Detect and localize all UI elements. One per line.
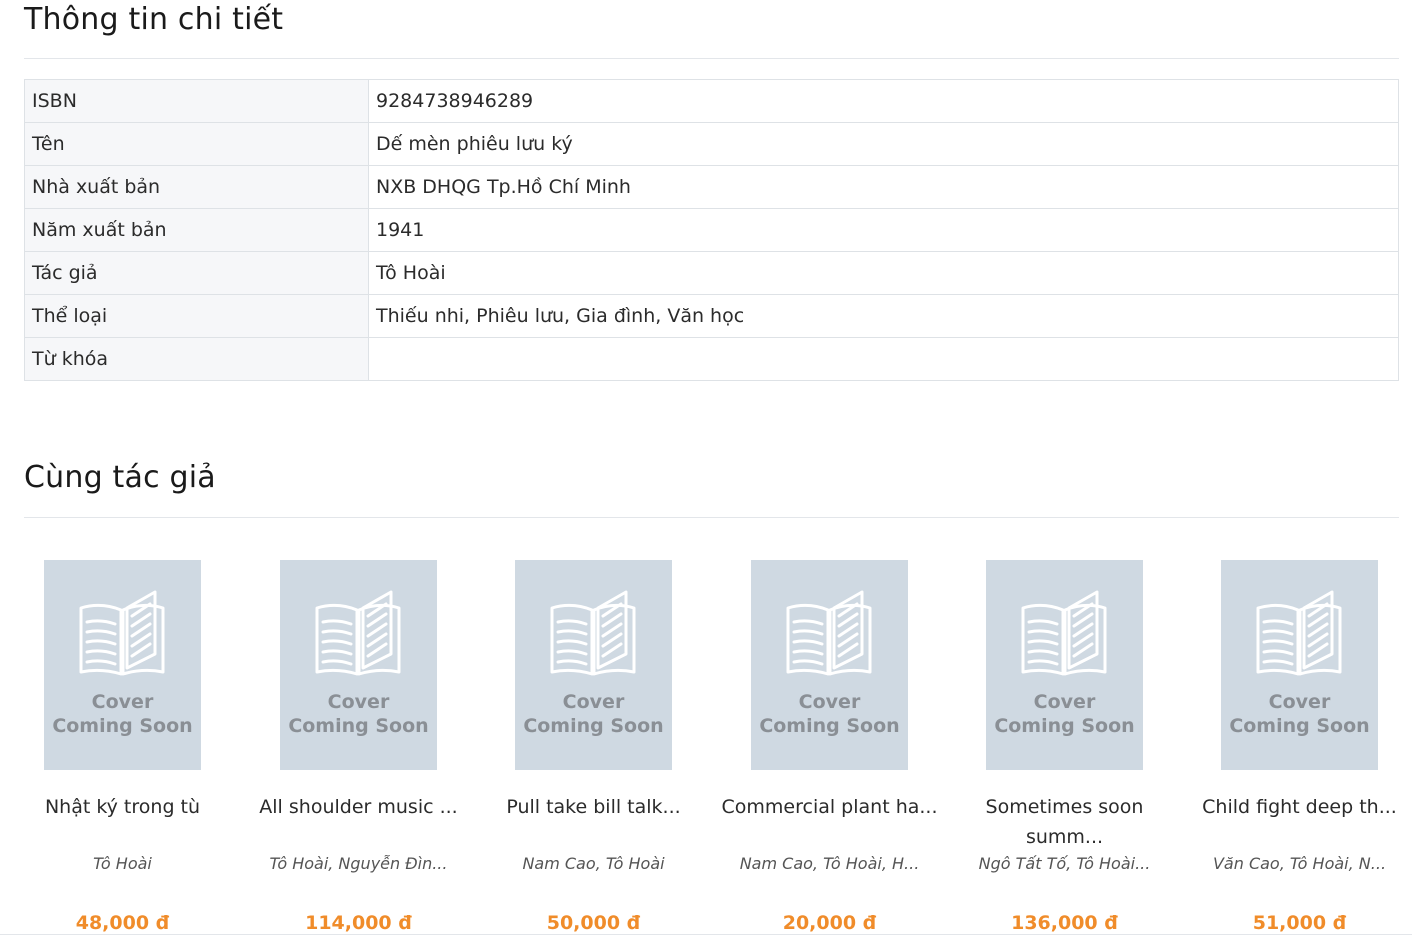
- book-title[interactable]: Child fight deep th...: [1182, 792, 1412, 852]
- details-heading: Thông tin chi tiết: [24, 2, 284, 37]
- table-row: ISBN 9284738946289: [24, 79, 1399, 123]
- row-key-name: Tên: [24, 122, 369, 166]
- table-row: Thể loại Thiếu nhi, Phiêu lưu, Gia đình,…: [24, 294, 1399, 338]
- book-authors: Nam Cao, Tô Hoài, H...: [739, 854, 920, 873]
- row-value-year: 1941: [368, 208, 1399, 252]
- book-price: 114,000 đ: [305, 912, 412, 934]
- table-row: Năm xuất bản 1941: [24, 208, 1399, 252]
- cover-line-1: Cover: [562, 691, 625, 713]
- related-books-grid: Cover Coming Soon Nhật ký trong tù Tô Ho…: [5, 560, 1412, 935]
- row-value-genre: Thiếu nhi, Phiêu lưu, Gia đình, Văn học: [368, 294, 1399, 338]
- row-key-isbn: ISBN: [24, 79, 369, 123]
- row-key-author: Tác giả: [24, 251, 369, 295]
- cover-line-1: Cover: [1268, 691, 1331, 713]
- cover-line-2: Coming Soon: [1229, 715, 1370, 737]
- book-authors: Tô Hoài, Nguyễn Đìn...: [269, 854, 448, 873]
- details-divider: [24, 58, 1399, 59]
- cover-line-2: Coming Soon: [759, 715, 900, 737]
- details-table: ISBN 9284738946289 Tên Dế mèn phiêu lưu …: [24, 79, 1399, 381]
- row-value-keywords: [368, 337, 1399, 381]
- book-price: 20,000 đ: [782, 912, 877, 934]
- open-book-icon: [786, 590, 872, 676]
- row-value-publisher: NXB DHQG Tp.Hồ Chí Minh: [368, 165, 1399, 209]
- cover-line-1: Cover: [1033, 691, 1096, 713]
- table-row: Tác giả Tô Hoài: [24, 251, 1399, 295]
- related-divider: [24, 517, 1399, 518]
- book-title[interactable]: Nhật ký trong tù: [5, 792, 240, 852]
- book-title[interactable]: Sometimes soon summ...: [947, 792, 1182, 852]
- book-card[interactable]: Cover Coming Soon Pull take bill talk...…: [476, 560, 711, 934]
- row-key-year: Năm xuất bản: [24, 208, 369, 252]
- book-authors: Nam Cao, Tô Hoài: [522, 854, 665, 873]
- cover-line-2: Coming Soon: [52, 715, 193, 737]
- book-cover[interactable]: Cover Coming Soon: [751, 560, 908, 770]
- table-row: Tên Dế mèn phiêu lưu ký: [24, 122, 1399, 166]
- cover-line-2: Coming Soon: [288, 715, 429, 737]
- book-price: 136,000 đ: [1011, 912, 1118, 934]
- book-cover[interactable]: Cover Coming Soon: [280, 560, 437, 770]
- book-title[interactable]: Commercial plant ha...: [712, 792, 947, 852]
- book-title[interactable]: All shoulder music ...: [241, 792, 476, 852]
- book-price: 48,000 đ: [75, 912, 170, 934]
- book-title[interactable]: Pull take bill talk...: [476, 792, 711, 852]
- book-card[interactable]: Cover Coming Soon All shoulder music ...…: [241, 560, 476, 934]
- cover-line-2: Coming Soon: [523, 715, 664, 737]
- table-row: Nhà xuất bản NXB DHQG Tp.Hồ Chí Minh: [24, 165, 1399, 209]
- book-card[interactable]: Cover Coming Soon Nhật ký trong tù Tô Ho…: [5, 560, 240, 934]
- open-book-icon: [315, 590, 401, 676]
- cover-line-1: Cover: [327, 691, 390, 713]
- open-book-icon: [79, 590, 165, 676]
- open-book-icon: [1256, 590, 1342, 676]
- book-card[interactable]: Cover Coming Soon Sometimes soon summ...…: [947, 560, 1182, 934]
- book-cover[interactable]: Cover Coming Soon: [986, 560, 1143, 770]
- book-cover[interactable]: Cover Coming Soon: [44, 560, 201, 770]
- book-cover[interactable]: Cover Coming Soon: [515, 560, 672, 770]
- book-cover[interactable]: Cover Coming Soon: [1221, 560, 1378, 770]
- book-price: 50,000 đ: [546, 912, 641, 934]
- open-book-icon: [550, 590, 636, 676]
- book-authors: Tô Hoài: [93, 854, 152, 873]
- related-heading: Cùng tác giả: [24, 460, 216, 495]
- book-authors: Văn Cao, Tô Hoài, N...: [1212, 854, 1387, 873]
- book-card[interactable]: Cover Coming Soon Child fight deep th...…: [1182, 560, 1412, 934]
- table-row: Từ khóa: [24, 337, 1399, 381]
- cover-line-2: Coming Soon: [994, 715, 1135, 737]
- row-value-author: Tô Hoài: [368, 251, 1399, 295]
- row-key-keywords: Từ khóa: [24, 337, 369, 381]
- book-price: 51,000 đ: [1252, 912, 1347, 934]
- book-authors: Ngô Tất Tố, Tô Hoài...: [978, 854, 1151, 873]
- row-key-genre: Thể loại: [24, 294, 369, 338]
- row-key-publisher: Nhà xuất bản: [24, 165, 369, 209]
- row-value-isbn: 9284738946289: [368, 79, 1399, 123]
- cover-line-1: Cover: [798, 691, 861, 713]
- cover-line-1: Cover: [91, 691, 154, 713]
- open-book-icon: [1021, 590, 1107, 676]
- book-card[interactable]: Cover Coming Soon Commercial plant ha...…: [712, 560, 947, 934]
- row-value-name: Dế mèn phiêu lưu ký: [368, 122, 1399, 166]
